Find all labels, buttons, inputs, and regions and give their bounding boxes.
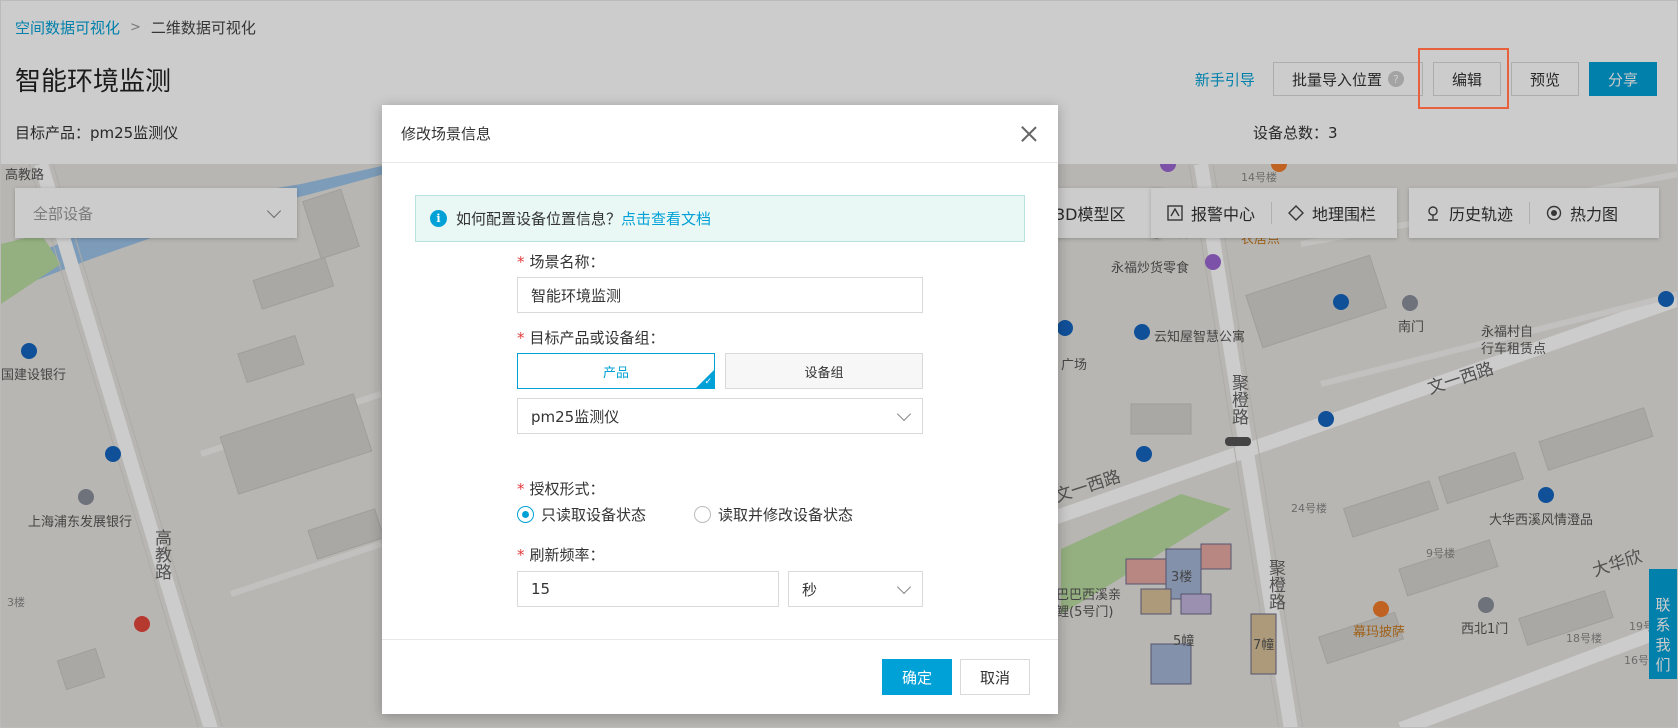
product-select-value: pm25监测仪 [531, 407, 620, 426]
radio-readwrite-label: 读取并修改设备状态 [718, 506, 854, 524]
help-tip: i 如何配置设备位置信息？ 点击查看文档 [415, 195, 1025, 242]
segment-device-group[interactable]: 设备组 [725, 353, 923, 389]
app-frame: 空间数据可视化 > 二维数据可视化 智能环境监测 新手引导 批量导入位置 ? 编… [0, 0, 1678, 728]
target-label-text: 目标产品或设备组： [529, 329, 665, 347]
radio-readonly[interactable]: 只读取设备状态 [517, 504, 646, 525]
refresh-unit-value: 秒 [802, 580, 818, 599]
radio-readonly-label: 只读取设备状态 [541, 506, 647, 524]
required-mark: * [517, 546, 525, 564]
chevron-down-icon [896, 579, 912, 594]
required-mark: * [517, 480, 525, 498]
refresh-label: * 刷新频率： [517, 544, 605, 565]
product-select[interactable]: pm25监测仪 [517, 398, 923, 434]
radio-readonly-dot[interactable] [517, 506, 534, 523]
close-icon[interactable] [1020, 125, 1038, 143]
edit-scene-dialog: 修改场景信息 i 如何配置设备位置信息？ 点击查看文档 * 场景名称： 智能环境监… [382, 105, 1058, 714]
cancel-button[interactable]: 取消 [960, 659, 1030, 695]
auth-radio-group: 只读取设备状态 读取并修改设备状态 [517, 504, 853, 525]
radio-readwrite[interactable]: 读取并修改设备状态 [694, 504, 853, 525]
dialog-footer: 确定 取消 [382, 639, 1058, 714]
required-mark: * [517, 253, 525, 271]
required-mark: * [517, 329, 525, 347]
segment-product-label: 产品 [602, 365, 629, 381]
check-icon: ✓ [704, 377, 712, 387]
segment-product[interactable]: 产品 ✓ [517, 353, 715, 389]
dialog-header: 修改场景信息 [382, 105, 1058, 163]
info-icon: i [430, 210, 447, 227]
segment-device-group-label: 设备组 [804, 365, 844, 381]
doc-link[interactable]: 点击查看文档 [621, 208, 711, 229]
target-label: * 目标产品或设备组： [517, 327, 665, 348]
scene-name-label-text: 场景名称： [529, 253, 605, 271]
confirm-button[interactable]: 确定 [882, 659, 952, 695]
scene-name-label: * 场景名称： [517, 251, 605, 272]
auth-label: * 授权形式： [517, 478, 605, 499]
chevron-down-icon [896, 406, 912, 421]
tip-text: 如何配置设备位置信息？ [456, 210, 622, 228]
scene-name-input[interactable]: 智能环境监测 [517, 277, 923, 313]
dialog-title: 修改场景信息 [401, 125, 492, 143]
auth-label-text: 授权形式： [529, 480, 605, 498]
refresh-unit-select[interactable]: 秒 [788, 571, 923, 607]
refresh-label-text: 刷新频率： [529, 546, 605, 564]
refresh-value-input[interactable]: 15 [517, 571, 779, 607]
radio-readwrite-dot[interactable] [694, 506, 712, 523]
